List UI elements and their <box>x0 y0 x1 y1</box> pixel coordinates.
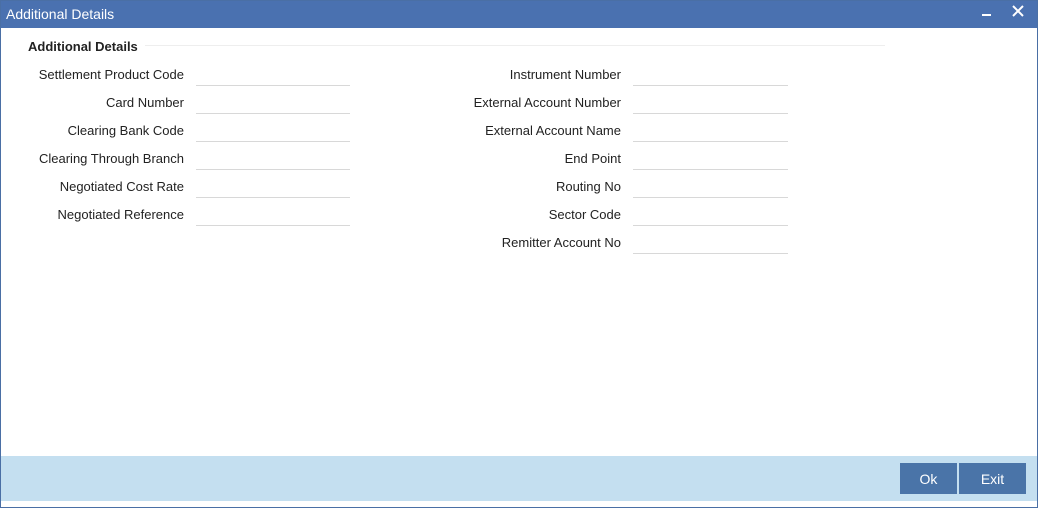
external-account-number-label: External Account Number <box>473 95 621 110</box>
instrument-number-input[interactable] <box>633 63 788 86</box>
end-point-label: End Point <box>564 151 621 166</box>
additional-details-window: Additional Details Additional Details Se… <box>0 0 1038 508</box>
exit-button[interactable]: Exit <box>959 463 1026 494</box>
close-button[interactable] <box>1007 1 1029 27</box>
routing-no-input[interactable] <box>633 175 788 198</box>
end-point-input[interactable] <box>633 147 788 170</box>
remitter-account-no-label: Remitter Account No <box>501 235 621 250</box>
routing-no-label: Routing No <box>555 179 621 194</box>
card-number-label: Card Number <box>105 95 184 110</box>
clearing-bank-code-label: Clearing Bank Code <box>67 123 184 138</box>
card-number-input[interactable] <box>196 91 350 114</box>
instrument-number-label: Instrument Number <box>509 67 621 82</box>
minimize-button[interactable] <box>976 1 998 27</box>
clearing-through-branch-label: Clearing Through Branch <box>38 151 184 166</box>
negotiated-cost-rate-label: Negotiated Cost Rate <box>59 179 184 194</box>
sector-code-input[interactable] <box>633 203 788 226</box>
close-icon <box>1012 5 1024 17</box>
window-title: Additional Details <box>6 6 115 22</box>
settlement-product-code-input[interactable] <box>196 63 350 86</box>
remitter-account-no-input[interactable] <box>633 231 788 254</box>
negotiated-reference-label: Negotiated Reference <box>57 207 184 222</box>
external-account-number-input[interactable] <box>633 91 788 114</box>
minimize-icon <box>982 14 991 16</box>
negotiated-reference-input[interactable] <box>196 203 350 226</box>
external-account-name-label: External Account Name <box>485 123 621 138</box>
negotiated-cost-rate-input[interactable] <box>196 175 350 198</box>
sector-code-label: Sector Code <box>548 207 621 222</box>
clearing-through-branch-input[interactable] <box>196 147 350 170</box>
clearing-bank-code-input[interactable] <box>196 119 350 142</box>
external-account-name-input[interactable] <box>633 119 788 142</box>
title-bar: Additional Details <box>1 1 1037 28</box>
settlement-product-code-label: Settlement Product Code <box>38 67 184 82</box>
section-divider <box>145 45 885 46</box>
section-title: Additional Details <box>28 39 138 54</box>
footer-bar: Ok Exit <box>1 456 1037 501</box>
ok-button[interactable]: Ok <box>900 463 957 494</box>
